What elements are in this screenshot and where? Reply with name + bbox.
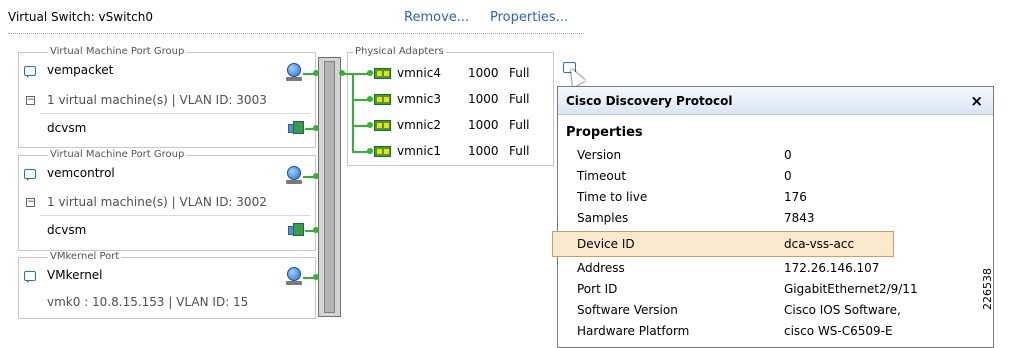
comment-icon[interactable] xyxy=(24,169,36,181)
vm-icon xyxy=(288,120,304,134)
comment-icon[interactable] xyxy=(24,271,36,283)
property-key: Software Version xyxy=(577,303,678,317)
row-divider xyxy=(40,215,310,216)
vswitch-bar xyxy=(318,57,341,317)
properties-heading: Properties xyxy=(566,125,643,140)
popup-title: Cisco Discovery Protocol xyxy=(566,94,733,108)
property-value: 7843 xyxy=(784,211,815,225)
property-key: Address xyxy=(577,261,625,275)
port-group-label: Virtual Machine Port Group xyxy=(48,46,187,57)
property-value: GigabitEthernet2/9/11 xyxy=(784,282,918,296)
property-value: cisco WS-C6509-E xyxy=(784,324,893,338)
port-group-name[interactable]: vempacket xyxy=(47,63,113,77)
adapter-speed: 1000 xyxy=(468,66,499,80)
wire-dot xyxy=(367,122,373,128)
property-key: Hardware Platform xyxy=(577,324,690,338)
vswitch-title: Virtual Switch: vSwitch0 xyxy=(8,10,153,24)
vm-name[interactable]: dcvsm xyxy=(47,223,86,237)
adapter-duplex: Full xyxy=(509,118,530,132)
property-key: Version xyxy=(577,148,622,162)
comment-icon[interactable] xyxy=(24,66,36,78)
network-adapter-icon xyxy=(374,146,391,157)
globe-icon xyxy=(286,267,302,285)
collapse-icon[interactable]: − xyxy=(26,96,35,105)
property-value: 176 xyxy=(784,190,807,204)
wire-dot xyxy=(367,96,373,102)
network-adapter-icon xyxy=(374,68,391,79)
wire-dot xyxy=(367,70,373,76)
wire xyxy=(352,73,354,152)
physical-adapters-label: Physical Adapters xyxy=(353,46,446,57)
network-adapter-icon xyxy=(374,94,391,105)
remove-link[interactable]: Remove... xyxy=(404,10,469,25)
adapter-speed: 1000 xyxy=(468,92,499,106)
property-key: Device ID xyxy=(577,237,635,251)
wire-dot xyxy=(339,70,345,76)
property-value: Cisco IOS Software, xyxy=(784,303,901,317)
port-group-info: vmk0 : 10.8.15.153 | VLAN ID: 15 xyxy=(47,295,249,309)
adapter-name[interactable]: vmnic2 xyxy=(397,118,441,132)
network-adapter-icon xyxy=(374,120,391,131)
collapse-icon[interactable]: − xyxy=(26,198,35,207)
port-group-label: Virtual Machine Port Group xyxy=(48,149,187,160)
adapter-duplex: Full xyxy=(509,66,530,80)
property-value: 172.26.146.107 xyxy=(784,261,880,275)
property-value: 0 xyxy=(784,148,792,162)
row-divider xyxy=(40,113,310,114)
vm-icon xyxy=(288,222,304,236)
property-key: Port ID xyxy=(577,282,618,296)
close-icon[interactable]: × xyxy=(970,92,983,110)
globe-icon xyxy=(286,166,302,184)
properties-link[interactable]: Properties... xyxy=(490,10,568,25)
figure-id: 226538 xyxy=(981,268,994,310)
wire-dot xyxy=(367,148,373,154)
header-divider xyxy=(8,33,584,34)
vm-name[interactable]: dcvsm xyxy=(47,121,86,135)
adapter-duplex: Full xyxy=(509,92,530,106)
adapter-speed: 1000 xyxy=(468,144,499,158)
port-group-label: VMkernel Port xyxy=(48,251,122,262)
port-group-vmkernel xyxy=(18,257,316,319)
port-group-name[interactable]: VMkernel xyxy=(47,268,103,282)
port-group-info: 1 virtual machine(s) | VLAN ID: 3003 xyxy=(47,93,267,107)
adapter-name[interactable]: vmnic3 xyxy=(397,92,441,106)
popup-titlebar: Cisco Discovery Protocol × xyxy=(558,87,993,115)
port-group-info: 1 virtual machine(s) | VLAN ID: 3002 xyxy=(47,195,267,209)
property-key: Time to live xyxy=(577,190,648,204)
property-value: 0 xyxy=(784,169,792,183)
adapter-name[interactable]: vmnic4 xyxy=(397,66,441,80)
property-value: dca-vss-acc xyxy=(784,237,855,251)
adapter-speed: 1000 xyxy=(468,118,499,132)
adapter-duplex: Full xyxy=(509,144,530,158)
adapter-name[interactable]: vmnic1 xyxy=(397,144,441,158)
port-group-name[interactable]: vemcontrol xyxy=(47,166,115,180)
property-key: Timeout xyxy=(577,169,627,183)
globe-icon xyxy=(286,63,302,81)
property-key: Samples xyxy=(577,211,629,225)
